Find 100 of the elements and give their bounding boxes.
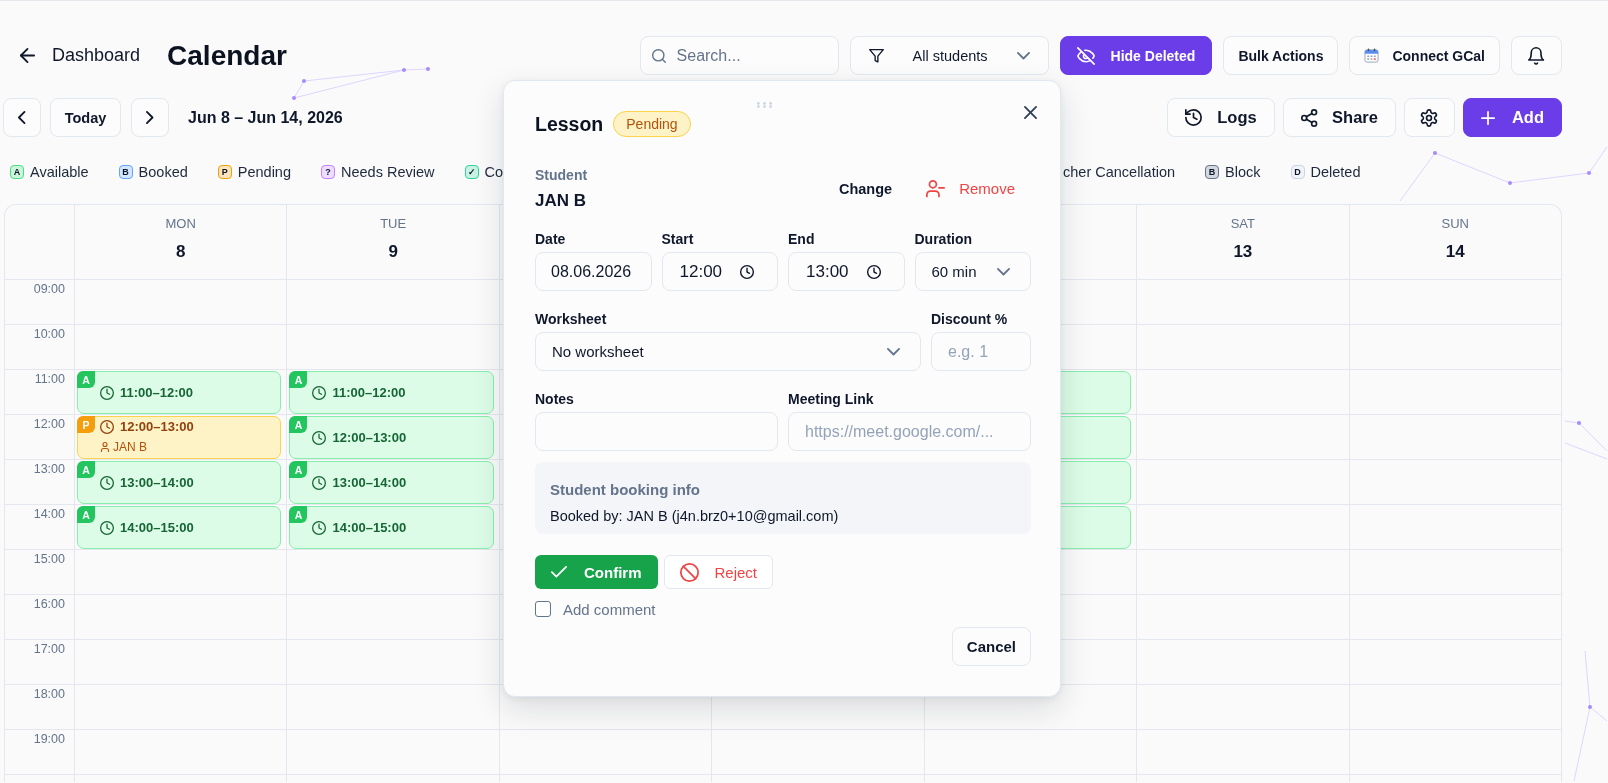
- calendar-icon: [1364, 48, 1380, 63]
- event-time: 11:00–12:00: [332, 384, 406, 401]
- event-block[interactable]: A 12:00–13:00: [289, 416, 494, 459]
- hour-label: 10:00: [33, 327, 65, 342]
- bell-icon: [1528, 47, 1545, 64]
- legend-label: Booked: [138, 163, 188, 181]
- select-field[interactable]: 60 min: [914, 252, 1031, 291]
- day-number: 13: [1233, 242, 1253, 262]
- number-field[interactable]: e.g. 1: [931, 332, 1031, 371]
- connect-gcal-button[interactable]: Connect GCal: [1349, 36, 1500, 75]
- previous-week-button[interactable]: [3, 98, 41, 137]
- legend-badge: ?: [321, 165, 335, 179]
- status-letter-badge: P: [77, 416, 95, 433]
- student-name: JAN B: [535, 191, 587, 211]
- status-letter-badge: A: [289, 506, 308, 523]
- day-name: SUN: [1441, 217, 1469, 231]
- bulk-actions-button[interactable]: Bulk Actions: [1223, 36, 1339, 75]
- student-filter-select[interactable]: All students: [849, 36, 1049, 75]
- event-time: 13:00–14:00: [332, 474, 407, 491]
- date-field[interactable]: 08.06.2026: [535, 252, 652, 291]
- legend-label: Deleted: [1310, 163, 1361, 181]
- chevron-down-icon: [887, 347, 900, 356]
- share-icon: [1300, 108, 1318, 127]
- hour-label: 17:00: [33, 642, 65, 657]
- add-comment-checkbox[interactable]: [535, 601, 551, 617]
- event-block[interactable]: A 11:00–12:00: [77, 371, 282, 414]
- legend-badge: B: [1205, 165, 1220, 179]
- clock-icon: [866, 264, 881, 279]
- event-block[interactable]: A 13:00–14:00: [77, 461, 282, 504]
- field-label: End: [788, 231, 816, 247]
- next-week-button[interactable]: [131, 98, 169, 137]
- page-title: Calendar: [167, 38, 287, 73]
- user-icon: [101, 442, 109, 452]
- day-number: 8: [175, 242, 186, 262]
- legend-label: Needs Review: [341, 163, 435, 181]
- field-label: Date: [535, 231, 567, 247]
- event-time: 13:00–14:00: [120, 474, 194, 491]
- event-block[interactable]: A 13:00–14:00: [289, 461, 494, 504]
- event-time: 14:00–15:00: [332, 519, 407, 536]
- legend-badge: A: [10, 165, 24, 179]
- dialog-title: Lesson: [535, 112, 604, 137]
- network-lines-drawing: [1564, 420, 1608, 460]
- url-field[interactable]: https://meet.google.com/...: [788, 412, 1031, 451]
- logs-button[interactable]: Logs: [1167, 98, 1275, 137]
- day-name: TUE: [380, 217, 407, 231]
- legend-label: cher Cancellation: [1063, 163, 1176, 181]
- field-label: Notes: [535, 391, 575, 407]
- hour-label: 16:00: [33, 597, 65, 612]
- text-field[interactable]: [535, 412, 778, 451]
- crossed-eye-icon: [1076, 46, 1095, 65]
- legend-label: Co: [484, 163, 504, 181]
- grip-dots-icon[interactable]: [757, 102, 772, 108]
- chevron-down-icon: [1016, 51, 1030, 60]
- hour-label: 15:00: [33, 552, 65, 567]
- chevron-left-icon: [18, 111, 26, 124]
- date-range: Jun 8 – Jun 14, 2026: [188, 108, 343, 127]
- check-icon: [551, 566, 567, 578]
- legend-label: Block: [1225, 163, 1261, 181]
- day-number: 14: [1445, 242, 1465, 262]
- event-block[interactable]: A 14:00–15:00: [289, 506, 494, 549]
- settings-button[interactable]: [1403, 98, 1455, 137]
- hour-label: 14:00: [33, 507, 65, 522]
- event-block[interactable]: A 14:00–15:00: [77, 506, 282, 549]
- event-block[interactable]: P 12:00–13:00 JAN B: [77, 416, 282, 459]
- hide-deleted-button[interactable]: Hide Deleted: [1059, 36, 1213, 75]
- event-time: 12:00–13:00: [332, 429, 407, 446]
- clock-icon: [100, 520, 114, 535]
- hour-label: 09:00: [33, 282, 65, 297]
- legend-badge: P: [217, 165, 232, 179]
- share-button[interactable]: Share: [1282, 98, 1396, 137]
- status-letter-badge: A: [289, 416, 308, 433]
- prohibited-icon: [679, 562, 699, 582]
- legend-badge: B: [118, 165, 133, 179]
- event-time: 12:00–13:00: [120, 419, 194, 435]
- search-field[interactable]: Search...: [639, 36, 839, 75]
- change-button[interactable]: Change: [824, 175, 907, 203]
- event-time: 11:00–12:00: [120, 384, 193, 401]
- field-label: Start: [661, 231, 695, 247]
- remove-button[interactable]: Remove: [910, 174, 1031, 204]
- time-field[interactable]: 13:00: [788, 252, 905, 291]
- legend-badge: ✓: [464, 165, 479, 179]
- clock-icon: [100, 385, 114, 400]
- legend-label: Pending: [237, 163, 291, 181]
- reject-button[interactable]: Reject: [663, 555, 774, 589]
- status-letter-badge: A: [289, 461, 308, 478]
- status-badge: Pending: [613, 111, 691, 137]
- add-button[interactable]: Add: [1462, 98, 1562, 137]
- event-block[interactable]: A 11:00–12:00: [289, 371, 494, 414]
- today-button[interactable]: Today: [50, 98, 121, 137]
- plus-icon: [1480, 110, 1495, 125]
- notifications-button[interactable]: [1511, 36, 1562, 75]
- clock-icon: [100, 420, 114, 434]
- legend-badge: D: [1290, 165, 1305, 179]
- time-field[interactable]: 12:00: [661, 252, 778, 291]
- cancel-button[interactable]: Cancel: [951, 627, 1031, 666]
- field-label: Discount %: [931, 311, 1009, 327]
- field-label: Meeting Link: [788, 391, 875, 407]
- back-link[interactable]: Dashboard: [20, 40, 141, 71]
- day-name: SAT: [1230, 217, 1255, 231]
- select-field[interactable]: No worksheet: [535, 332, 921, 371]
